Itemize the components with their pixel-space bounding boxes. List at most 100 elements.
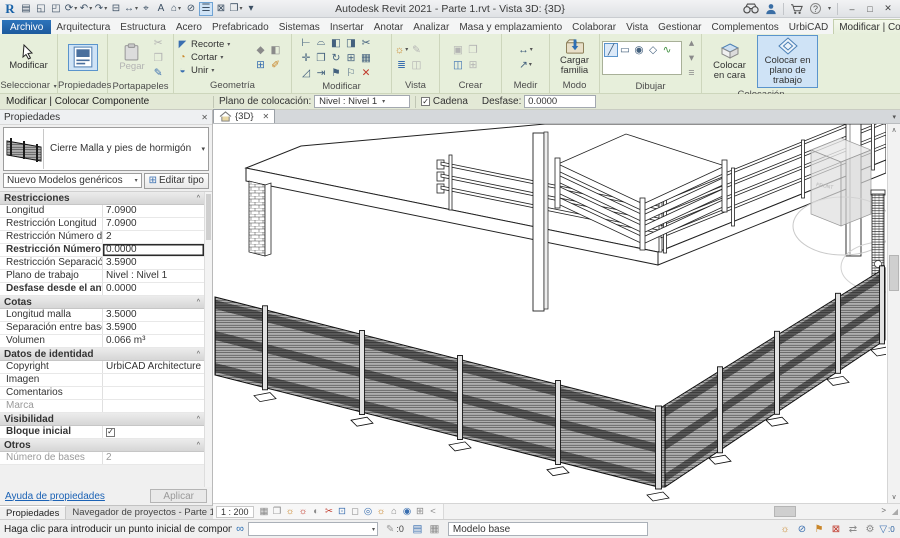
propiedades-button[interactable] (68, 44, 98, 71)
worksets-dialog-icon[interactable]: ▤ (410, 522, 425, 537)
property-section-restricciones[interactable]: Restricciones^ (0, 192, 204, 205)
resize-grip-icon[interactable]: ◢ (888, 507, 900, 516)
view-tab-close-icon[interactable]: ✕ (263, 112, 270, 121)
properties-help-link[interactable]: Ayuda de propiedades (5, 491, 105, 502)
unir-menu-dropdown[interactable]: ▾ (211, 67, 214, 74)
panel-label-geometria[interactable]: Geometría (174, 80, 291, 93)
panel-label-modo[interactable]: Modo (550, 80, 599, 93)
properties-close-icon[interactable]: ✕ (201, 113, 208, 122)
show-crop-region-icon[interactable]: ⊡ (336, 505, 349, 518)
recorte-menu[interactable]: ◤Recorte▾ (176, 38, 251, 51)
scale-icon[interactable]: ◿ (299, 65, 314, 80)
ribbon-tab-estructura[interactable]: Estructura (115, 20, 171, 34)
temporary-hide-isolate-icon[interactable]: ◎ (362, 505, 375, 518)
section-icon[interactable]: ⊘ (184, 2, 198, 16)
ribbon-tab-insertar[interactable]: Insertar (325, 20, 369, 34)
property-value[interactable]: Nivel : Nivel 1 (102, 270, 204, 282)
view-tab-3d[interactable]: {3D} ✕ (213, 109, 275, 123)
exclude-links-icon[interactable]: ⊠ (829, 522, 843, 536)
customize-qat-icon[interactable]: ▾ (244, 2, 258, 16)
cortar-menu[interactable]: ◔Cortar▾ (176, 51, 251, 64)
wall-joins-icon[interactable]: ⊞ (253, 57, 268, 72)
property-value[interactable]: 3.5900 (102, 257, 204, 269)
section-collapse-icon[interactable]: ^ (197, 192, 200, 205)
inscribed-polygon-tool-icon[interactable]: ◉ (632, 43, 646, 57)
property-value[interactable]: 0.0000 (102, 244, 204, 256)
modificar-button[interactable]: Modificar (5, 42, 52, 73)
close-hidden-windows-icon[interactable]: ⊠ (214, 2, 228, 16)
view-tab-list-icon[interactable]: ▾ (888, 113, 900, 123)
move-icon[interactable]: ✛ (299, 50, 314, 65)
panel-label-seleccionar[interactable]: Seleccionar ▾ (0, 80, 57, 93)
visual-style-icon[interactable]: ❐ (271, 505, 284, 518)
unlocked-view-icon[interactable]: ◻ (349, 505, 362, 518)
property-value[interactable]: 2 (102, 452, 204, 464)
property-value[interactable]: 3.5900 (102, 322, 204, 334)
default-3d-view-icon[interactable]: ⌂▾ (169, 2, 183, 16)
sync-with-central-icon-dropdown[interactable]: ▾ (74, 5, 77, 12)
mirror-pick-axis-icon[interactable]: ◧ (329, 35, 344, 50)
vertical-scroll-thumb[interactable] (889, 255, 899, 291)
property-value[interactable]: ✓ (102, 426, 204, 438)
placement-plane-select[interactable]: Nivel : Nivel 1▾ (314, 95, 410, 108)
default-3d-view-icon-dropdown[interactable]: ▾ (178, 5, 181, 12)
switch-windows-icon-dropdown[interactable]: ▾ (239, 5, 242, 12)
pin-icon[interactable]: ⚑ (329, 65, 344, 80)
section-collapse-icon[interactable]: ^ (197, 413, 200, 426)
delete-icon[interactable]: ✕ (359, 65, 374, 80)
ribbon-tab-sistemas[interactable]: Sistemas (274, 20, 325, 34)
property-value[interactable]: 3.5000 (102, 309, 204, 321)
circumscribed-polygon-tool-icon[interactable]: ◇ (646, 43, 660, 57)
draw-scroll-up-icon[interactable]: ▴ (684, 35, 699, 50)
ribbon-tab-archivo[interactable]: Archivo (2, 20, 51, 34)
exclude-options-icon[interactable]: ⊘ (795, 522, 809, 536)
worksharing-display-icon[interactable]: ◉ (401, 505, 414, 518)
filter-icon[interactable]: ▽:0 (880, 522, 894, 536)
demolish-icon[interactable]: ✐ (268, 57, 283, 72)
hide-elements-icon[interactable]: ☼▾ (394, 42, 409, 57)
ribbon-tab-gestionar[interactable]: Gestionar (653, 20, 706, 34)
family-filter-select[interactable]: Nuevo Modelos genéricos▾ (3, 173, 142, 188)
offset-icon[interactable]: ⌓ (314, 35, 329, 50)
measure-along-element-icon[interactable]: ↗▾ (518, 57, 533, 72)
match-type-properties-icon[interactable]: ✎ (151, 65, 166, 80)
temporary-view-properties-icon[interactable]: ⌂ (388, 505, 401, 518)
rectangle-tool-icon[interactable]: ▭ (618, 43, 632, 57)
copy-icon[interactable]: ❐ (314, 50, 329, 65)
crop-view-off-icon[interactable]: ✂ (323, 505, 336, 518)
undo-icon[interactable]: ↶▾ (79, 2, 93, 16)
panel-label-portapapeles[interactable]: Portapapeles (108, 81, 173, 93)
property-section-cotas[interactable]: Cotas^ (0, 296, 204, 309)
split-face-icon[interactable]: ◧ (268, 42, 283, 57)
measure-along-element-icon-dropdown[interactable]: ▾ (529, 61, 532, 68)
trim-extend-icon[interactable]: ⇥ (314, 65, 329, 80)
sun-path-off-icon[interactable]: ☼ (284, 505, 297, 518)
section-collapse-icon[interactable]: ^ (197, 296, 200, 309)
edit-type-button[interactable]: ⊞ Editar tipo (144, 173, 209, 189)
open-icon[interactable]: ◱ (34, 2, 48, 16)
panel-label-modificar[interactable]: Modificar (292, 81, 391, 93)
property-value[interactable]: 2 (102, 231, 204, 243)
close-button[interactable]: ✕ (880, 2, 896, 16)
shadows-off-icon[interactable]: ☼ (297, 505, 310, 518)
sign-in-person-icon[interactable] (765, 3, 777, 15)
cortar-menu-dropdown[interactable]: ▾ (220, 54, 223, 61)
active-only-icon[interactable]: ☼ (778, 522, 792, 536)
section-collapse-icon[interactable]: ^ (197, 439, 200, 452)
unir-menu[interactable]: ◒Unir▾ (176, 64, 251, 77)
scroll-down-icon[interactable]: ∨ (888, 491, 900, 503)
ribbon-tab-arquitectura[interactable]: Arquitectura (51, 20, 115, 34)
panel-label-vista[interactable]: Vista (392, 80, 439, 93)
panel-label-propiedades[interactable]: Propiedades (58, 80, 107, 93)
property-value[interactable]: UrbiCAD Architecture S.L. © (102, 361, 204, 373)
cargar-familia-button[interactable]: Cargar familia (552, 36, 597, 78)
property-value[interactable]: 0.066 m³ (102, 335, 204, 347)
canvas[interactable]: FRONT (213, 124, 887, 503)
recorte-menu-dropdown[interactable]: ▾ (227, 41, 230, 48)
aligned-dimension-icon[interactable]: ⌖ (139, 2, 153, 16)
ribbon-tab-modificar-colocar-componente[interactable]: Modificar | Colocar Componente (833, 19, 900, 34)
scroll-up-icon[interactable]: ∧ (888, 124, 900, 136)
rotate-icon[interactable]: ↻ (329, 50, 344, 65)
array-icon[interactable]: ⊞ (344, 50, 359, 65)
colocar-en-cara-button[interactable]: Colocar en cara (704, 40, 755, 83)
